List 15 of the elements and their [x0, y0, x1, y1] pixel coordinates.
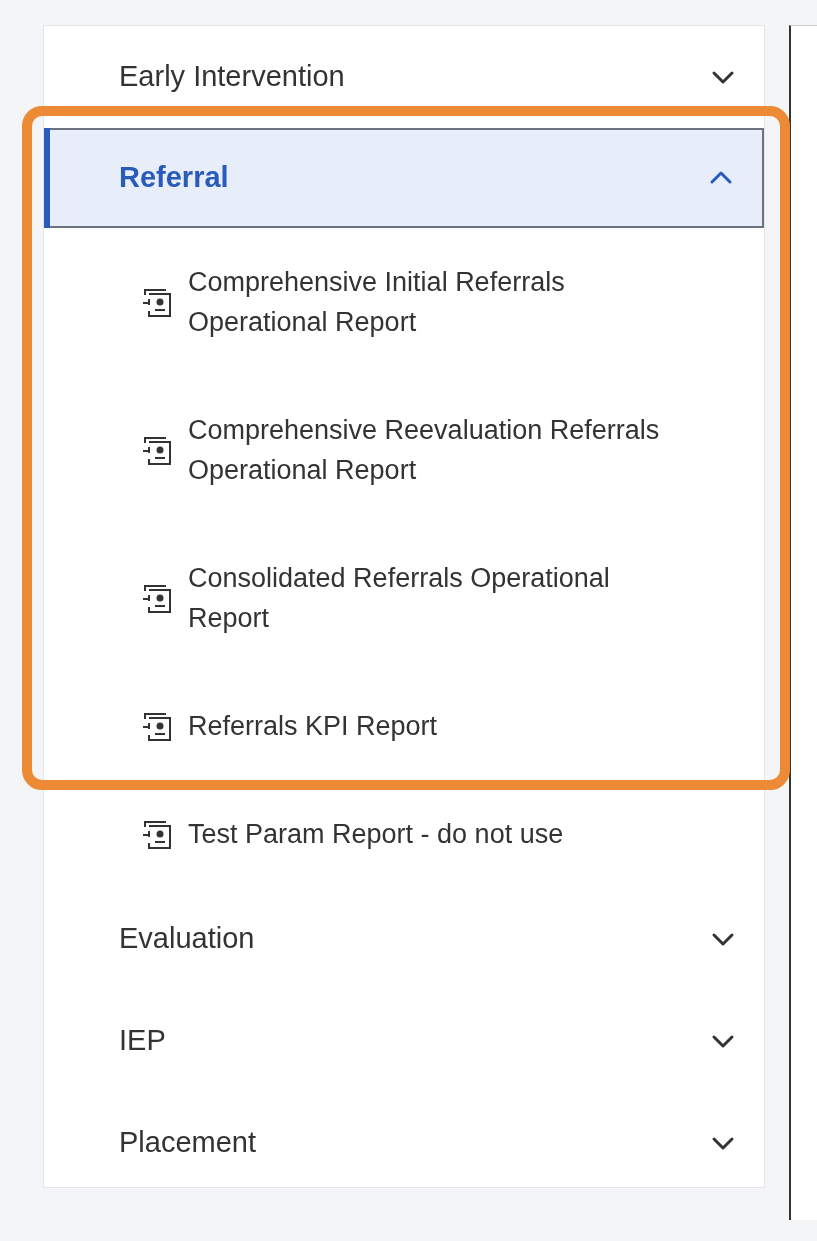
- category-header[interactable]: Referral: [44, 128, 764, 228]
- category-header[interactable]: Placement: [44, 1092, 764, 1194]
- category-header[interactable]: IEP: [44, 990, 764, 1092]
- category-label[interactable]: Placement: [119, 1121, 256, 1165]
- report-link[interactable]: Comprehensive Initial Referrals Operational Report: [44, 228, 764, 376]
- category-label[interactable]: Evaluation: [119, 917, 255, 961]
- category-header[interactable]: Early Intervention: [44, 26, 764, 128]
- category-label[interactable]: Referral: [119, 156, 229, 200]
- report-link[interactable]: Referrals KPI Report: [44, 672, 764, 780]
- report-link[interactable]: Test Param Report - do not use: [44, 780, 764, 888]
- report-link[interactable]: Comprehensive Reevaluation Referrals Operational Report: [44, 376, 764, 524]
- category-label[interactable]: Early Intervention: [119, 55, 345, 99]
- category-label[interactable]: IEP: [119, 1019, 166, 1063]
- report-link[interactable]: Consolidated Referrals Operational Report: [44, 524, 764, 672]
- category-header[interactable]: Evaluation: [44, 888, 764, 990]
